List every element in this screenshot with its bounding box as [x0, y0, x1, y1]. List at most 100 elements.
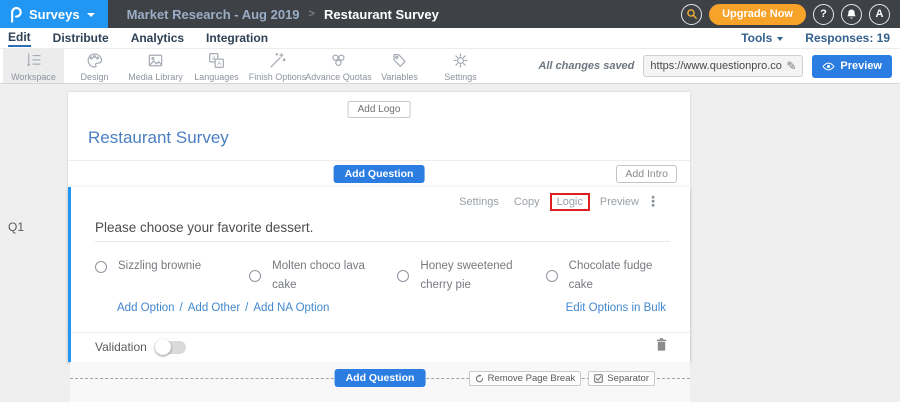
toolbar-item-media-library[interactable]: Media Library: [125, 49, 186, 83]
edit-options-in-bulk-link[interactable]: Edit Options in Bulk: [566, 302, 666, 314]
question-actions: Settings Copy Logic Preview: [459, 196, 639, 208]
question-settings-link[interactable]: Settings: [459, 196, 499, 208]
tab-analytics[interactable]: Analytics: [131, 31, 184, 46]
finish-options-icon: [268, 51, 287, 70]
variables-icon: [390, 51, 409, 70]
tab-edit[interactable]: Edit: [8, 30, 31, 47]
survey-title[interactable]: Restaurant Survey: [88, 128, 229, 148]
answer-option-1[interactable]: Sizzling brownie: [95, 257, 249, 276]
eye-icon: [822, 62, 835, 71]
question-copy-link[interactable]: Copy: [514, 196, 540, 208]
checkbox-checked-icon: [594, 374, 603, 383]
add-option-link[interactable]: Add Option: [117, 302, 175, 314]
remove-page-break-label: Remove Page Break: [488, 373, 576, 384]
refresh-icon: [475, 374, 484, 383]
validation-label: Validation: [95, 340, 147, 354]
add-question-button[interactable]: Add Question: [334, 165, 425, 183]
save-status: All changes saved: [538, 60, 634, 72]
trash-icon: [655, 337, 668, 352]
link-separator: /: [245, 302, 248, 314]
help-icon: ?: [820, 8, 827, 20]
radio-icon[interactable]: [546, 270, 558, 282]
question-text-underline: [95, 241, 670, 242]
toggle-knob: [155, 339, 171, 355]
breadcrumb-separator-icon: >: [309, 8, 315, 20]
avatar-initial: A: [876, 8, 884, 20]
separator-checkbox[interactable]: Separator: [588, 371, 655, 386]
questionpro-logo-icon: [9, 6, 22, 23]
answer-option-3[interactable]: Honey sweetened cherry pie: [397, 257, 545, 295]
option-links: Add Option / Add Other / Add NA Option: [117, 302, 329, 314]
question-logic-link[interactable]: Logic: [550, 193, 590, 211]
question-number: Q1: [8, 220, 24, 234]
radio-icon[interactable]: [249, 270, 261, 282]
validation-row: Validation: [95, 340, 186, 354]
question-text[interactable]: Please choose your favorite dessert.: [95, 220, 313, 235]
notifications-button[interactable]: [841, 4, 862, 25]
languages-icon: a A: [207, 51, 226, 70]
preview-label: Preview: [840, 60, 882, 72]
answer-option-4[interactable]: Chocolate fudge cake: [546, 257, 684, 295]
media-library-icon: [146, 51, 165, 70]
validation-toggle[interactable]: [156, 341, 186, 354]
page-break-controls: Remove Page Break Separator: [469, 371, 655, 386]
editor-toolbar: Workspace Design Media Library a A: [0, 48, 900, 84]
answer-options: Sizzling brownie Molten choco lava cake …: [95, 257, 684, 295]
radio-icon[interactable]: [95, 261, 107, 273]
main-nav: Edit Distribute Analytics Integration To…: [0, 28, 900, 48]
nav-right: Tools Responses: 19: [741, 31, 894, 45]
upgrade-now-button[interactable]: Upgrade Now: [709, 4, 806, 25]
breadcrumb-parent[interactable]: Market Research - Aug 2019: [127, 7, 300, 22]
design-icon: [85, 51, 104, 70]
responses-count[interactable]: Responses: 19: [805, 31, 890, 45]
toolbar-item-advance-quotas[interactable]: Advance Quotas: [308, 49, 369, 83]
breadcrumb-current: Restaurant Survey: [324, 7, 439, 22]
breadcrumb: Market Research - Aug 2019 > Restaurant …: [127, 7, 439, 22]
help-button[interactable]: ?: [813, 4, 834, 25]
tools-dropdown[interactable]: Tools: [741, 31, 783, 45]
option-label[interactable]: Molten choco lava cake: [272, 257, 372, 295]
toolbar-item-workspace[interactable]: Workspace: [3, 49, 64, 83]
question-card-q1: Settings Copy Logic Preview ⋮ Please cho…: [68, 187, 690, 362]
survey-url-field[interactable]: https://www.questionpro.com/t/APNrfZ ✎: [643, 55, 803, 77]
toolbar-item-variables[interactable]: Variables: [369, 49, 430, 83]
divider: [68, 160, 690, 161]
edit-url-pencil-icon[interactable]: ✎: [786, 59, 796, 73]
workspace-icon: [24, 51, 43, 70]
more-options-icon[interactable]: ⋮: [646, 193, 660, 209]
toolbar-item-finish-options[interactable]: Finish Options: [247, 49, 308, 83]
brand-label: Surveys: [29, 7, 80, 22]
radio-icon[interactable]: [397, 270, 409, 282]
settings-icon: [451, 51, 470, 70]
survey-editor-page: Surveys Market Research - Aug 2019 > Res…: [0, 0, 900, 402]
survey-url-text: https://www.questionpro.com/t/APNrfZ: [650, 60, 782, 72]
chevron-down-icon: [777, 37, 783, 41]
preview-button[interactable]: Preview: [812, 55, 892, 78]
toolbar-item-design[interactable]: Design: [64, 49, 125, 83]
toolbar-item-settings[interactable]: Settings: [430, 49, 491, 83]
topbar-actions: Upgrade Now ? A: [681, 4, 900, 25]
delete-question-button[interactable]: [655, 337, 668, 355]
add-na-option-link[interactable]: Add NA Option: [253, 302, 329, 314]
tab-distribute[interactable]: Distribute: [53, 31, 109, 46]
add-intro-button[interactable]: Add Intro: [616, 165, 677, 183]
answer-option-2[interactable]: Molten choco lava cake: [249, 257, 397, 295]
divider: [71, 332, 690, 333]
tab-integration[interactable]: Integration: [206, 31, 268, 46]
link-separator: /: [180, 302, 183, 314]
remove-page-break-button[interactable]: Remove Page Break: [469, 371, 582, 386]
toolbar-item-languages[interactable]: a A Languages: [186, 49, 247, 83]
search-icon: [686, 8, 698, 20]
add-other-link[interactable]: Add Other: [188, 302, 240, 314]
option-label[interactable]: Honey sweetened cherry pie: [420, 257, 520, 295]
bell-icon: [846, 8, 857, 20]
question-preview-link[interactable]: Preview: [600, 196, 639, 208]
surveys-menu[interactable]: Surveys: [0, 0, 108, 28]
add-logo-button[interactable]: Add Logo: [348, 101, 411, 118]
account-avatar[interactable]: A: [869, 4, 890, 25]
option-label[interactable]: Chocolate fudge cake: [569, 257, 669, 295]
add-question-button-bottom[interactable]: Add Question: [335, 369, 426, 387]
search-button[interactable]: [681, 4, 702, 25]
option-label[interactable]: Sizzling brownie: [118, 257, 201, 276]
toolbar-right: All changes saved https://www.questionpr…: [538, 49, 900, 83]
